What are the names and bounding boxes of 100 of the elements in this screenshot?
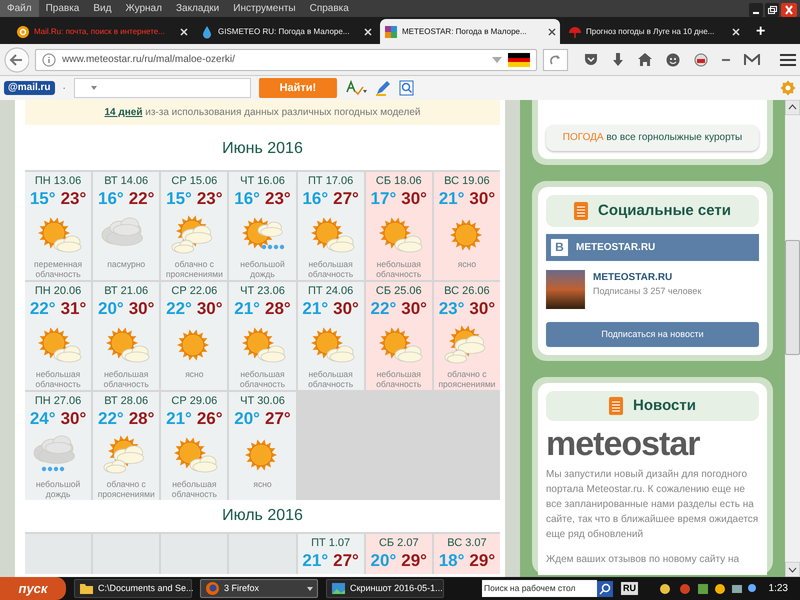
vk-header[interactable]: В METEOSTAR.RU [546,234,759,261]
subscribe-button[interactable]: Подписаться на новости [546,322,759,347]
day-cell[interactable]: ПН 20.06 22° 31° небольшая облачность [25,282,92,390]
day-cell[interactable]: ВС 3.07 18° 29° [434,534,500,574]
day-cell[interactable]: ВС 26.06 23° 30° облачно с прояснениями [434,282,500,390]
reload-button[interactable] [542,48,568,70]
mail-icon[interactable] [744,54,760,66]
day-cell[interactable]: СР 29.06 21° 26° небольшая облачность [161,392,228,500]
taskbar-button[interactable]: 3 Firefox [200,579,318,598]
day-cell[interactable]: СБ 2.07 20° 29° [366,534,432,574]
day-cell[interactable]: ЧТ 23.06 21° 28° небольшая облачность [229,282,296,390]
desktop-search-field[interactable]: Поиск на рабочем стол [482,580,597,597]
smiley-icon[interactable] [666,52,680,66]
high-temperature: 29° [401,550,427,571]
home-icon[interactable] [638,53,652,66]
menu-item[interactable]: Справка [302,0,356,17]
search-icon[interactable] [597,580,613,596]
weather-description: облачно с прояснениями [96,479,156,499]
spellcheck-icon[interactable] [344,80,367,96]
high-temperature: 26° [196,408,223,429]
search-field[interactable] [74,78,251,98]
day-label: ЧТ 30.06 [239,395,286,408]
day-label: СР 29.06 [170,395,218,408]
photo-placeholder [546,270,585,309]
day-cell[interactable]: ВТ 28.06 22° 28° облачно с прояснениями [93,392,160,500]
caret-icon[interactable] [90,86,97,90]
close-tab-icon[interactable] [548,28,556,36]
taskbar-button[interactable]: C:\Documents and Se... [74,579,192,598]
back-icon[interactable] [4,46,30,72]
new-tab-button[interactable]: + [748,19,774,44]
high-temperature: 28° [128,408,154,429]
weather-description: ясно [252,479,273,489]
day-cell[interactable]: ПТ 1.07 21° 27° [298,534,364,574]
high-temperature: 23° [196,188,223,209]
high-temperature: 27° [333,188,359,209]
addon-icon[interactable] [694,52,708,66]
caret-icon [307,586,313,590]
day-cell[interactable]: ВТ 21.06 20° 30° небольшая облачность [93,282,160,390]
day-label: ВС 3.07 [446,537,488,550]
scroll-down-icon[interactable] [785,562,800,577]
scroll-thumb[interactable] [785,240,800,355]
day-cell[interactable]: ПН 27.06 24° 30° небольшой дождь [25,392,92,500]
low-temperature: 20° [234,408,260,429]
scrollbar[interactable] [785,100,800,577]
low-temperature: 20° [98,298,124,319]
notice-text: 14 дней из-за использования данных различных погодных моделей [104,106,421,120]
weather-description: облачно с прояснениями [437,369,496,389]
high-temperature: 23° [60,188,86,209]
section-title: Социальные сети [598,200,731,221]
taskbar-button[interactable]: Скриншот 2016-05-1... [326,579,444,598]
weather-description: небольшая облачность [34,369,82,389]
menu-item[interactable]: Файл [0,0,39,17]
address-field[interactable]: www.meteostar.ru/ru/mal/maloe-ozerki/ [35,48,537,70]
restore-icon[interactable] [765,2,779,16]
day-cell[interactable]: СБ 25.06 22° 30° небольшая облачность [366,282,432,390]
close-icon[interactable] [781,2,797,16]
day-cell[interactable]: ВС 19.06 21° 30° ясно [434,172,500,280]
menu-item[interactable]: Вид [86,0,118,17]
day-cell[interactable]: ПТ 17.06 16° 27° небольшая облачность [298,172,364,280]
dash-icon[interactable] [722,58,730,62]
ski-resorts-link[interactable]: ПОГОДА во все горнолыжные курорты [546,125,759,151]
mail-logo[interactable]: @mail.ru [4,81,55,95]
scroll-up-icon[interactable] [785,100,800,115]
day-cell[interactable]: ЧТ 16.06 16° 23° небольшой дождь [229,172,296,280]
notice-link[interactable]: 14 дней [104,107,142,118]
day-cell[interactable]: СР 22.06 22° 30° ясно [161,282,228,390]
start-button[interactable]: пуск [0,577,66,600]
language-indicator[interactable]: RU [621,582,638,596]
news-paragraph: Мы запустили новый дизайн для погодного портала Meteostar.ru. К сожалению еще не все запланированные нами разделы есть на сайте, так что в ближайшее время ожидается еще ряд обновлений [546,468,759,542]
menu-item[interactable]: Закладки [168,0,226,17]
pen-icon[interactable] [374,80,391,96]
day-cell[interactable]: СБ 18.06 17° 30° небольшая облачность [366,172,432,280]
clock: 1:23 [768,582,789,596]
minimize-icon[interactable] [749,2,763,16]
day-cell[interactable]: ПН 13.06 15° 23° переменная облачность [25,172,92,280]
weather-description: переменная облачность [33,259,84,279]
menu-item[interactable]: Журнал [118,0,169,17]
download-icon[interactable] [612,52,624,66]
high-temperature: 30° [196,298,223,319]
weather-description: небольшая облачность [238,369,286,389]
browser-tab[interactable]: METEOSTAR: Погода в Малоре... [380,19,560,44]
profile-name[interactable]: METEOSTAR.RU [593,270,702,285]
day-cell[interactable]: ВТ 14.06 16° 22° пасмурно [93,172,160,280]
day-cell[interactable]: ЧТ 30.06 20° 27° ясно [229,392,296,500]
menu-item[interactable]: Правка [38,0,86,17]
weather-description: ясно [456,259,478,269]
weather-description: небольшая облачность [307,259,354,279]
pocket-icon[interactable] [584,53,598,66]
low-temperature: 21° [438,188,464,209]
menu-item[interactable]: Инструменты [226,0,303,17]
section-title: Новости [633,396,696,416]
low-temperature: 21° [302,550,328,571]
low-temperature: 17° [370,188,396,209]
day-cell[interactable]: ПТ 24.06 21° 30° небольшая облачность [298,282,364,390]
day-cell[interactable]: СР 15.06 15° 23° облачно с прояснениями [161,172,228,280]
day-label: ВС 19.06 [443,175,491,188]
high-temperature: 23° [264,188,291,209]
low-temperature: 15° [30,188,56,209]
menu-icon[interactable] [780,52,796,66]
magnifier-icon[interactable] [398,80,415,96]
